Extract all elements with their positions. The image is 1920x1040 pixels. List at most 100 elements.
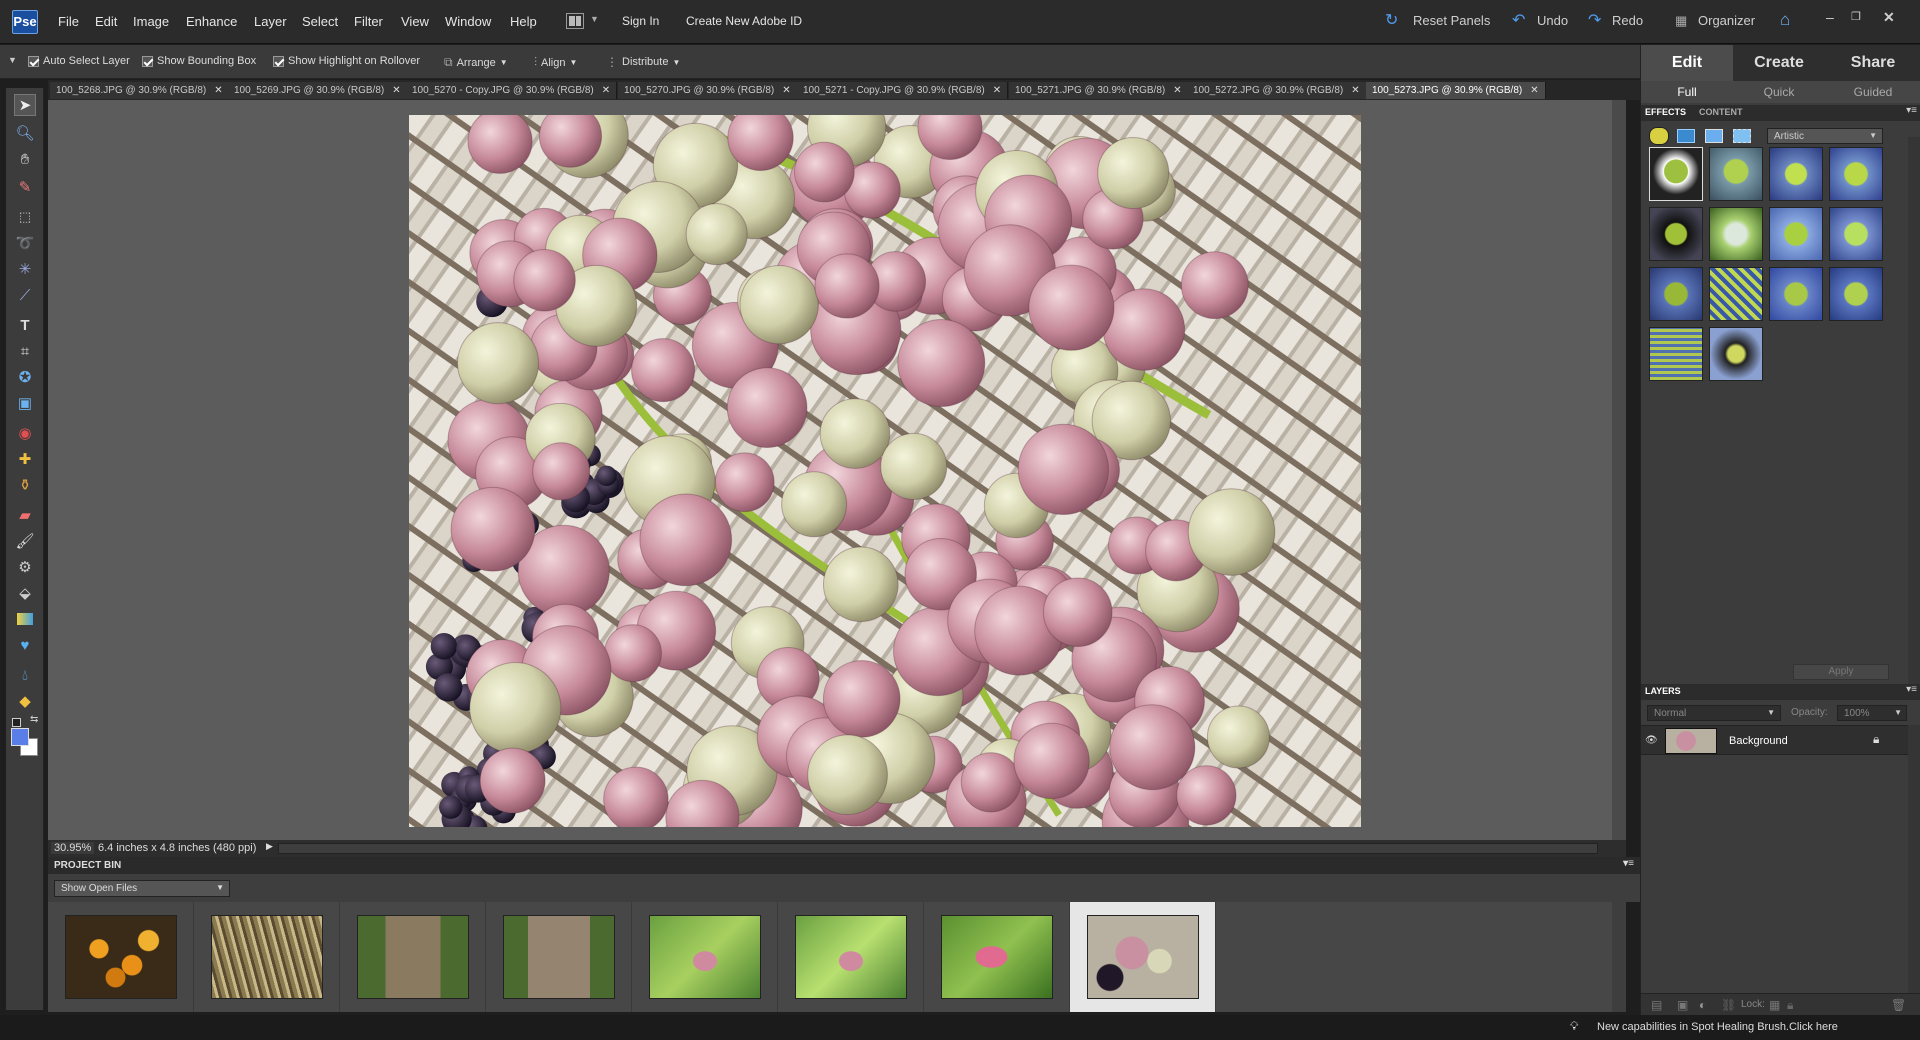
foreground-color-swatch[interactable] xyxy=(11,728,29,746)
menu-file[interactable]: File xyxy=(58,14,79,29)
layout-chevron-down-icon[interactable]: ▼ xyxy=(590,14,599,24)
delete-layer-icon[interactable]: 🗑︎ xyxy=(1891,998,1906,1012)
tab-100-5268[interactable]: 100_5268.JPG @ 30.9% (RGB/8) ✕ xyxy=(50,82,230,99)
bin-thumbnail[interactable] xyxy=(340,902,486,1012)
tool-preset-chevron-icon[interactable]: ▼ xyxy=(8,55,17,65)
minimize-icon[interactable]: – xyxy=(1826,9,1834,25)
menu-image[interactable]: Image xyxy=(133,14,169,29)
bin-thumbnail[interactable] xyxy=(778,902,924,1012)
gradient-tool-icon[interactable] xyxy=(14,608,36,630)
home-icon[interactable]: ⌂ xyxy=(1780,10,1790,30)
sign-in-link[interactable]: Sign In xyxy=(622,14,659,28)
close-window-icon[interactable]: ✕ xyxy=(1883,9,1895,26)
effect-thumbnail[interactable] xyxy=(1649,267,1703,321)
hand-tool-icon[interactable]: ✋︎ xyxy=(14,148,36,170)
effect-thumbnail[interactable] xyxy=(1649,207,1703,261)
all-effects-category-icon[interactable] xyxy=(1733,129,1751,143)
show-bounding-box-checkbox[interactable] xyxy=(142,55,153,67)
eraser-tool-icon[interactable]: ▰ xyxy=(14,504,36,526)
menu-view[interactable]: View xyxy=(401,14,429,29)
undo-button[interactable]: Undo xyxy=(1537,13,1568,28)
close-tab-icon[interactable]: ✕ xyxy=(993,85,1001,96)
panel-menu-icon[interactable]: ▾≡ xyxy=(1906,105,1917,116)
effect-thumbnail[interactable] xyxy=(1649,147,1703,201)
quick-selection-tool-icon[interactable]: ⟋ xyxy=(14,284,36,306)
link-layers-icon[interactable]: ⛓ xyxy=(1721,998,1736,1012)
effect-thumbnail[interactable] xyxy=(1709,327,1763,381)
close-tab-icon[interactable]: ✕ xyxy=(602,85,610,96)
bin-scrollbar[interactable] xyxy=(1612,902,1626,1012)
bin-thumbnail[interactable] xyxy=(194,902,340,1012)
bin-thumbnail[interactable] xyxy=(924,902,1070,1012)
new-layer-icon[interactable]: ▤ xyxy=(1651,998,1662,1012)
cookie-cutter-tool-icon[interactable]: ✪ xyxy=(14,366,36,388)
magic-wand-tool-icon[interactable]: ✳ xyxy=(14,258,36,280)
bin-thumbnail-selected[interactable] xyxy=(1070,902,1216,1012)
document-image[interactable] xyxy=(409,115,1361,827)
organizer-icon[interactable]: ▦ xyxy=(1675,13,1687,29)
layer-styles-category-icon[interactable] xyxy=(1677,129,1695,143)
close-tab-icon[interactable]: ✕ xyxy=(392,85,400,96)
layer-name[interactable]: Background xyxy=(1729,735,1788,747)
default-colors-icon[interactable] xyxy=(12,718,21,727)
effect-thumbnail[interactable] xyxy=(1709,147,1763,201)
close-tab-icon[interactable]: ✕ xyxy=(1351,85,1359,96)
effect-thumbnail[interactable] xyxy=(1769,147,1823,201)
tab-100-5271-copy[interactable]: 100_5271 - Copy.JPG @ 30.9% (RGB/8) ✕ xyxy=(797,82,1009,99)
effect-thumbnail[interactable] xyxy=(1769,207,1823,261)
bin-thumbnail[interactable] xyxy=(632,902,778,1012)
tab-100-5271[interactable]: 100_5271.JPG @ 30.9% (RGB/8) ✕ xyxy=(1009,82,1189,99)
project-bin-menu-icon[interactable]: ▾≡ xyxy=(1623,858,1634,869)
recompose-tool-icon[interactable]: ▣ xyxy=(14,392,36,414)
tab-full[interactable]: Full xyxy=(1641,81,1733,103)
tab-100-5270-copy[interactable]: 100_5270 - Copy.JPG @ 30.9% (RGB/8) ✕ xyxy=(406,82,618,99)
eyedropper-tool-icon[interactable]: ✎ xyxy=(14,176,36,198)
tab-create[interactable]: Create xyxy=(1733,45,1825,81)
zoom-level-field[interactable]: 30.95% xyxy=(51,842,95,854)
tab-100-5273[interactable]: 100_5273.JPG @ 30.9% (RGB/8) ✕ xyxy=(1366,82,1546,99)
blur-tool-icon[interactable]: 💧︎ xyxy=(14,664,36,686)
adjustment-layer-icon[interactable]: ◐ xyxy=(1699,998,1706,1012)
opacity-field[interactable]: 100% ▼ xyxy=(1837,705,1907,721)
tab-content[interactable]: CONTENT xyxy=(1699,107,1743,117)
effect-thumbnail[interactable] xyxy=(1829,147,1883,201)
close-tab-icon[interactable]: ✕ xyxy=(1173,85,1181,96)
undo-icon[interactable]: ↶ xyxy=(1512,10,1525,30)
menu-help[interactable]: Help xyxy=(510,14,537,29)
align-dropdown[interactable]: ⫶ Align ▼ xyxy=(534,55,577,70)
canvas-area[interactable] xyxy=(48,100,1626,840)
show-highlight-checkbox[interactable] xyxy=(273,55,284,67)
menu-edit[interactable]: Edit xyxy=(95,14,117,29)
create-adobe-id-link[interactable]: Create New Adobe ID xyxy=(686,14,802,28)
new-fill-layer-icon[interactable]: ▣ xyxy=(1677,998,1688,1012)
marquee-tool-icon[interactable]: ⬚ xyxy=(14,206,36,228)
layer-row-background[interactable]: 👁︎ Background 🔒︎ xyxy=(1641,725,1909,755)
close-tab-icon[interactable]: ✕ xyxy=(1530,85,1538,96)
effect-thumbnail[interactable] xyxy=(1709,207,1763,261)
lock-transparent-icon[interactable]: ▦ xyxy=(1769,998,1780,1012)
layer-visibility-eye-icon[interactable]: 👁︎ xyxy=(1645,735,1658,746)
canvas-vertical-scrollbar[interactable] xyxy=(1612,100,1626,840)
reset-panels-button[interactable]: Reset Panels xyxy=(1413,13,1490,28)
status-menu-arrow-icon[interactable]: ▶ xyxy=(266,841,273,852)
brush-tool-icon[interactable]: 🖌︎ xyxy=(14,530,36,552)
tab-share[interactable]: Share xyxy=(1825,45,1920,81)
smart-brush-tool-icon[interactable]: ⚙ xyxy=(14,556,36,578)
zoom-tool-icon[interactable]: 🔍︎ xyxy=(14,122,36,144)
reset-icon[interactable]: ↻ xyxy=(1385,10,1398,30)
close-tab-icon[interactable]: ✕ xyxy=(782,85,790,96)
photo-effects-category-icon[interactable] xyxy=(1705,129,1723,143)
crop-tool-icon[interactable]: ⌗ xyxy=(14,340,36,362)
restore-icon[interactable]: ❐ xyxy=(1851,10,1861,23)
type-tool-icon[interactable]: T xyxy=(14,314,36,336)
sponge-tool-icon[interactable]: ◆ xyxy=(14,690,36,712)
menu-filter[interactable]: Filter xyxy=(354,14,383,29)
custom-shape-tool-icon[interactable]: ♥ xyxy=(14,634,36,656)
distribute-dropdown[interactable]: ⋮ Distribute ▼ xyxy=(606,55,680,69)
clone-stamp-tool-icon[interactable]: ⚱ xyxy=(14,474,36,496)
bin-thumbnail[interactable] xyxy=(48,902,194,1012)
horizontal-scrollbar[interactable] xyxy=(278,843,1598,854)
menu-enhance[interactable]: Enhance xyxy=(186,14,237,29)
filters-category-icon[interactable] xyxy=(1649,127,1669,145)
layout-switcher-icon[interactable] xyxy=(566,13,584,29)
